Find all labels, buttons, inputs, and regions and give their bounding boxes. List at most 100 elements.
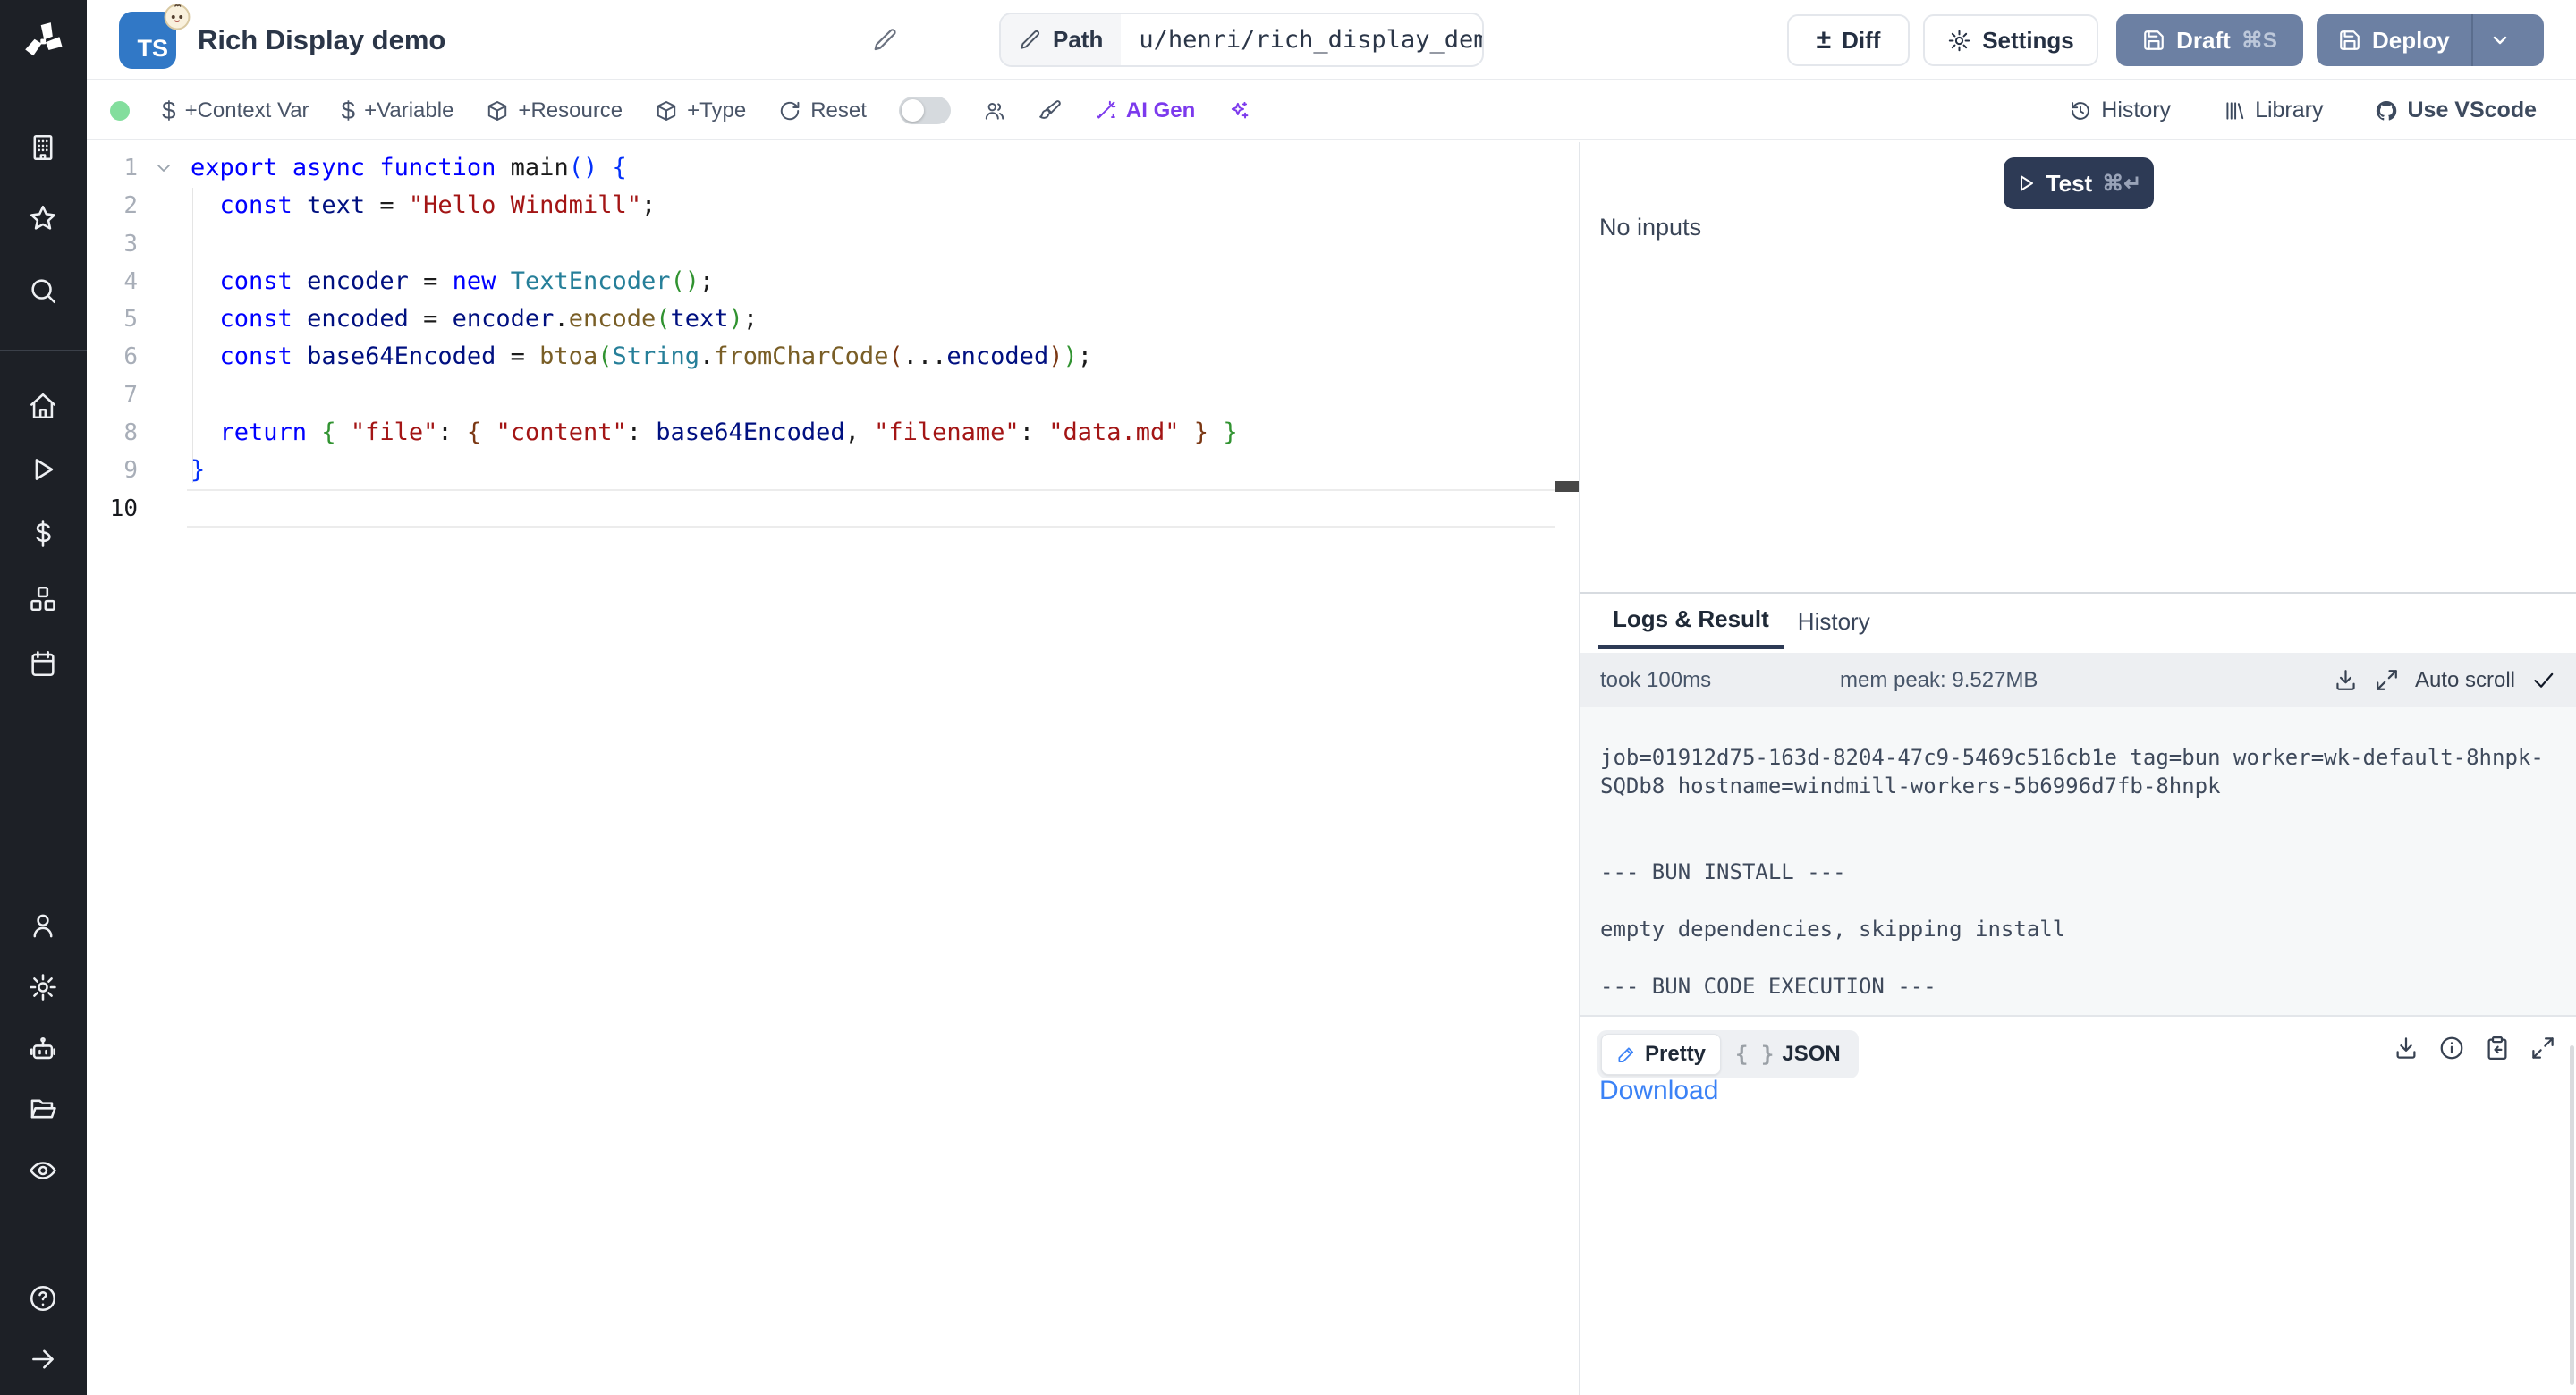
save-icon xyxy=(2142,29,2165,52)
sidebar-divider xyxy=(0,350,87,351)
github-icon xyxy=(2375,99,2398,123)
run-stats-bar: took 100ms mem peak: 9.527MB Auto scroll xyxy=(1580,653,2576,707)
path-value[interactable]: u/henri/rich_display_demo xyxy=(1121,14,1484,65)
ai-gen-button[interactable]: AI Gen xyxy=(1094,98,1195,123)
pretty-view-button[interactable]: Pretty xyxy=(1601,1034,1721,1075)
help-icon[interactable] xyxy=(28,1283,58,1314)
home-icon[interactable] xyxy=(28,391,58,421)
star-icon[interactable] xyxy=(28,203,58,233)
folders-icon[interactable] xyxy=(28,1094,58,1124)
schedules-calendar-icon[interactable] xyxy=(28,648,58,679)
chevron-down-icon xyxy=(2489,30,2511,51)
building-icon[interactable] xyxy=(28,132,58,163)
took-label: took 100ms xyxy=(1600,668,1711,693)
result-tabs: Logs & Result History xyxy=(1598,594,1885,649)
status-dot xyxy=(110,101,130,121)
info-icon[interactable] xyxy=(2438,1035,2465,1061)
braces-icon: { } xyxy=(1735,1042,1774,1067)
fold-chevron-icon[interactable] xyxy=(153,157,174,179)
package-icon xyxy=(655,99,678,123)
panel-scrollbar[interactable] xyxy=(2570,1045,2574,1385)
diff-button[interactable]: ± Diff xyxy=(1787,14,1910,66)
bun-runtime-badge-icon xyxy=(162,2,192,32)
editor-toolbar: $ +Context Var $ +Variable +Resource +Ty… xyxy=(87,82,2576,140)
page-title: Rich Display demo xyxy=(198,24,445,56)
add-resource-button[interactable]: +Resource xyxy=(486,98,623,123)
overview-ruler-cursor-mark xyxy=(1555,481,1579,492)
header: TS Rich Display demo Path u/henri/rich_d… xyxy=(87,0,2576,80)
sparkles-button[interactable] xyxy=(1227,99,1250,123)
play-icon xyxy=(2015,173,2037,194)
result-view-switch: Pretty { } JSON xyxy=(1597,1030,1859,1078)
runs-play-icon[interactable] xyxy=(28,454,58,485)
tab-history[interactable]: History xyxy=(1784,594,1885,649)
mem-peak-label: mem peak: 9.527MB xyxy=(1840,668,2038,693)
edit-summary-pencil-icon[interactable] xyxy=(872,27,899,54)
editor-gutter[interactable]: 12345678910 xyxy=(87,149,138,528)
dollar-icon: $ xyxy=(162,97,176,125)
expand-logs-icon[interactable] xyxy=(2374,667,2400,693)
code-editor[interactable]: 12345678910 export async function main()… xyxy=(87,142,1579,1395)
tab-logs-result[interactable]: Logs & Result xyxy=(1598,594,1784,649)
expand-result-icon[interactable] xyxy=(2529,1035,2556,1061)
sparkles-icon xyxy=(1227,99,1250,123)
pencil-icon xyxy=(1019,29,1042,52)
path-field[interactable]: Path u/henri/rich_display_demo xyxy=(999,13,1484,67)
draft-button[interactable]: Draft ⌘S xyxy=(2116,14,2303,66)
logs-viewer[interactable]: job=01912d75-163d-8204-47c9-5469c516cb1e… xyxy=(1580,707,2576,1015)
paintbrush-icon xyxy=(1038,99,1062,123)
history-icon xyxy=(2069,99,2092,123)
path-label: Path xyxy=(1001,14,1121,65)
check-icon[interactable] xyxy=(2530,667,2556,693)
workers-bot-icon[interactable] xyxy=(28,1034,58,1064)
pen-icon xyxy=(1616,1044,1637,1065)
use-vscode-button[interactable]: Use VScode xyxy=(2375,97,2537,123)
search-icon[interactable] xyxy=(28,275,58,306)
windmill-logo-icon[interactable] xyxy=(21,19,65,63)
sidebar xyxy=(0,0,87,1395)
variables-dollar-icon[interactable] xyxy=(28,519,58,549)
settings-button[interactable]: Settings xyxy=(1923,14,2098,66)
format-brush-button[interactable] xyxy=(1038,99,1062,123)
autoscroll-label[interactable]: Auto scroll xyxy=(2415,668,2515,693)
clipboard-copy-icon[interactable] xyxy=(2484,1035,2511,1061)
run-panel: Test ⌘↵ No inputs Logs & Result History … xyxy=(1579,142,2576,1395)
draft-shortcut: ⌘S xyxy=(2241,28,2277,54)
user-icon[interactable] xyxy=(28,910,58,941)
audit-eye-icon[interactable] xyxy=(28,1155,58,1186)
gear-icon xyxy=(1947,29,1971,53)
no-inputs-label: No inputs xyxy=(1599,214,1701,241)
plus-minus-icon: ± xyxy=(1817,27,1831,54)
users-icon xyxy=(983,99,1006,123)
history-button[interactable]: History xyxy=(2069,97,2171,123)
library-button[interactable]: Library xyxy=(2223,97,2323,123)
add-type-button[interactable]: +Type xyxy=(655,98,746,123)
library-icon xyxy=(2223,99,2246,123)
result-actions xyxy=(2393,1035,2556,1061)
logs-text: job=01912d75-163d-8204-47c9-5469c516cb1e… xyxy=(1600,743,2556,1001)
resources-boxes-icon[interactable] xyxy=(28,584,58,614)
add-variable-button[interactable]: $ +Variable xyxy=(342,97,454,125)
test-shortcut: ⌘↵ xyxy=(2102,171,2141,197)
package-icon xyxy=(486,99,509,123)
settings-gear-icon[interactable] xyxy=(28,972,58,1002)
deploy-button[interactable]: Deploy xyxy=(2317,14,2471,66)
add-context-var-button[interactable]: $ +Context Var xyxy=(162,97,309,125)
deploy-dropdown-button[interactable] xyxy=(2471,14,2527,66)
wand-sparkles-icon xyxy=(1094,99,1117,123)
diff-mode-toggle[interactable] xyxy=(899,97,951,124)
multiplayer-users-button[interactable] xyxy=(983,99,1006,123)
dollar-icon: $ xyxy=(342,97,356,125)
download-result-link[interactable]: Download xyxy=(1599,1076,1718,1106)
download-logs-icon[interactable] xyxy=(2333,667,2359,693)
collapse-arrow-right-icon[interactable] xyxy=(28,1344,58,1374)
editor-code[interactable]: export async function main() { const tex… xyxy=(191,149,1552,528)
toggle-knob xyxy=(902,99,924,122)
reset-button[interactable]: Reset xyxy=(778,98,867,123)
json-view-button[interactable]: { } JSON xyxy=(1721,1034,1855,1075)
test-button[interactable]: Test ⌘↵ xyxy=(2004,157,2154,209)
result-divider xyxy=(1580,1015,2576,1017)
rotate-icon xyxy=(778,99,801,123)
deploy-split-button: Deploy xyxy=(2317,14,2544,66)
download-result-icon[interactable] xyxy=(2393,1035,2419,1061)
